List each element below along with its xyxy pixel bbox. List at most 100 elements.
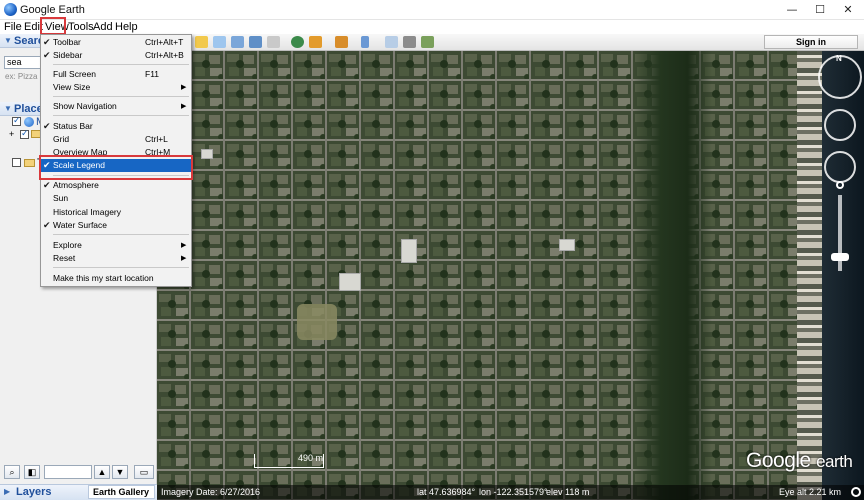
menu-separator bbox=[53, 115, 189, 116]
sunlight-icon[interactable] bbox=[309, 36, 322, 48]
folder-icon bbox=[24, 159, 35, 167]
eye-altitude: Eye alt 2.21 km bbox=[779, 487, 842, 497]
polygon-icon[interactable] bbox=[213, 36, 226, 48]
title-bar: Google Earth — ☐ ✕ bbox=[0, 0, 864, 20]
menu-item-sun[interactable]: Sun bbox=[41, 192, 191, 205]
earth-3d-view[interactable]: N 490 m Google earth Imagery Date: 6/27/… bbox=[157, 51, 864, 500]
menu-item-historical-imagery[interactable]: Historical Imagery bbox=[41, 206, 191, 219]
folder-menu-icon[interactable]: ▭ bbox=[134, 465, 154, 479]
historical-imagery-icon[interactable] bbox=[291, 36, 304, 48]
toolbar: Sign in bbox=[157, 34, 864, 51]
close-button[interactable]: ✕ bbox=[834, 0, 862, 20]
check-icon: ✔ bbox=[43, 37, 51, 47]
menu-item-water-surface[interactable]: ✔ Water Surface bbox=[41, 219, 191, 232]
google-earth-window: Google Earth — ☐ ✕ File Edit View Tools … bbox=[0, 0, 864, 500]
layers-panel-title: Layers bbox=[16, 486, 52, 498]
scale-label: 490 m bbox=[297, 453, 323, 463]
check-icon: ✔ bbox=[43, 220, 51, 230]
ruler-icon[interactable] bbox=[361, 36, 369, 48]
submenu-arrow-icon: ▶ bbox=[181, 103, 187, 110]
view-menu-highlight-box bbox=[40, 17, 66, 35]
move-down-icon[interactable]: ▼ bbox=[112, 465, 128, 479]
expand-icon[interactable]: + bbox=[9, 129, 14, 139]
menu-item-show-navigation[interactable]: Show Navigation ▶ bbox=[41, 100, 191, 113]
path-icon[interactable] bbox=[231, 36, 244, 48]
save-image-icon[interactable] bbox=[421, 36, 434, 48]
menu-item-toolbar[interactable]: ✔ Toolbar Ctrl+Alt+T bbox=[41, 36, 191, 49]
imagery-date: Imagery Date: 6/27/2016 bbox=[161, 487, 261, 497]
menu-separator bbox=[53, 267, 189, 268]
building-block bbox=[401, 239, 417, 263]
menu-item-view-size[interactable]: View Size ▶ bbox=[41, 81, 191, 94]
maximize-button[interactable]: ☐ bbox=[806, 0, 834, 20]
menu-item-start-location[interactable]: Make this my start location bbox=[41, 272, 191, 285]
google-earth-logo-icon bbox=[4, 3, 17, 16]
collapse-triangle-icon[interactable]: ▼ bbox=[4, 36, 12, 45]
scale-legend-highlight-box bbox=[39, 155, 193, 180]
street-view-pegman-icon[interactable] bbox=[836, 181, 844, 189]
menu-separator bbox=[53, 64, 189, 65]
check-icon: ✔ bbox=[43, 50, 51, 60]
temporary-places-checkbox[interactable] bbox=[12, 158, 21, 167]
streaming-progress-icon bbox=[851, 487, 861, 497]
search-icon[interactable]: ⌕ bbox=[4, 465, 20, 479]
print-icon[interactable] bbox=[403, 36, 416, 48]
menu-item-reset[interactable]: Reset ▶ bbox=[41, 252, 191, 265]
zoom-slider-thumb[interactable] bbox=[831, 253, 849, 261]
menu-item-status-bar[interactable]: ✔ Status Bar bbox=[41, 120, 191, 133]
places-filter-input[interactable] bbox=[44, 465, 92, 479]
earth-gallery-label: Earth Gallery bbox=[93, 487, 150, 497]
panel-toggle-icon[interactable]: ◧ bbox=[24, 465, 40, 479]
submenu-arrow-icon: ▶ bbox=[181, 84, 187, 91]
collapse-triangle-icon[interactable]: ▼ bbox=[4, 104, 12, 113]
check-icon: ✔ bbox=[43, 121, 51, 131]
email-icon[interactable] bbox=[385, 36, 398, 48]
building-block bbox=[201, 149, 213, 159]
menu-item-explore[interactable]: Explore ▶ bbox=[41, 239, 191, 252]
menu-file[interactable]: File bbox=[4, 21, 22, 33]
minimize-button[interactable]: — bbox=[778, 0, 806, 20]
menu-item-atmosphere[interactable]: ✔ Atmosphere bbox=[41, 179, 191, 192]
menu-separator bbox=[53, 96, 189, 97]
menu-bar: File Edit View Tools Add Help bbox=[0, 20, 864, 34]
menu-item-grid[interactable]: Grid Ctrl+L bbox=[41, 133, 191, 146]
sign-in-button[interactable]: Sign in bbox=[764, 35, 858, 49]
greenbelt-forest bbox=[632, 51, 712, 500]
building-block bbox=[339, 273, 361, 291]
menu-help[interactable]: Help bbox=[115, 21, 138, 33]
earth-gallery-button[interactable]: Earth Gallery » bbox=[88, 485, 155, 500]
record-tour-icon[interactable] bbox=[267, 36, 280, 48]
latitude: lat 47.636984° bbox=[417, 487, 476, 497]
menu-tools[interactable]: Tools bbox=[68, 21, 94, 33]
move-joystick[interactable] bbox=[824, 151, 856, 183]
image-overlay-icon[interactable] bbox=[249, 36, 262, 48]
look-joystick[interactable] bbox=[824, 109, 856, 141]
placemark-icon[interactable] bbox=[195, 36, 208, 48]
status-bar: Imagery Date: 6/27/2016 lat 47.636984° l… bbox=[157, 485, 864, 500]
navigation-controls: N bbox=[816, 51, 864, 351]
globe-icon bbox=[24, 117, 34, 127]
satellite-imagery bbox=[157, 51, 864, 500]
submenu-arrow-icon: ▶ bbox=[181, 255, 187, 262]
submenu-arrow-icon: ▶ bbox=[181, 242, 187, 249]
building-block bbox=[559, 239, 575, 251]
menu-item-full-screen[interactable]: Full Screen F11 bbox=[41, 68, 191, 81]
planets-icon[interactable] bbox=[335, 36, 348, 48]
move-up-icon[interactable]: ▲ bbox=[94, 465, 110, 479]
sightseeing-checkbox[interactable] bbox=[20, 128, 29, 139]
longitude: lon -122.351579° bbox=[479, 487, 548, 497]
my-places-checkbox[interactable] bbox=[12, 115, 21, 126]
google-earth-watermark: Google earth bbox=[746, 449, 853, 472]
scale-legend: 490 m bbox=[254, 453, 324, 468]
window-title: Google Earth bbox=[20, 4, 85, 16]
check-icon: ✔ bbox=[43, 180, 51, 190]
expand-triangle-icon[interactable]: ▶ bbox=[4, 487, 10, 496]
menu-item-sidebar[interactable]: ✔ Sidebar Ctrl+Alt+B bbox=[41, 49, 191, 62]
menu-separator bbox=[53, 234, 189, 235]
compass-north-label: N bbox=[836, 54, 842, 63]
menu-add[interactable]: Add bbox=[93, 21, 113, 33]
elevation: elev 118 m bbox=[546, 487, 590, 497]
search-input[interactable]: sea bbox=[4, 56, 42, 69]
layers-panel-header[interactable]: ▶ Layers Earth Gallery » bbox=[0, 484, 157, 500]
park-field bbox=[297, 304, 337, 340]
